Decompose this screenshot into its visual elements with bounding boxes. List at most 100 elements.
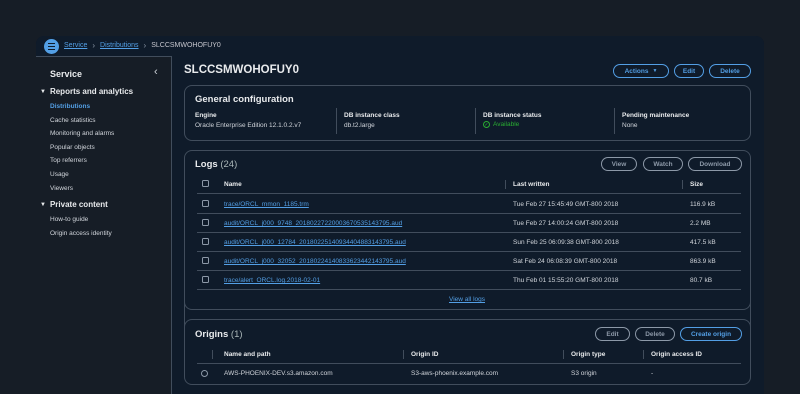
row-divider [197, 289, 741, 290]
sidebar-title: Service [50, 69, 83, 79]
log-name-link[interactable]: audit/ORCL_j000_9748_2018022722000367053… [224, 220, 402, 227]
log-size: 2.2 MB [690, 220, 711, 227]
logs-title: Logs (24) [195, 159, 237, 170]
column-header-origin-id[interactable]: Origin ID [411, 351, 438, 358]
db-status-text: Available [493, 121, 520, 128]
breadcrumb-distributions[interactable]: Distributions [100, 42, 139, 49]
caret-down-icon: ▼ [652, 68, 658, 74]
divider [336, 108, 337, 134]
column-divider [212, 350, 213, 359]
db-class-value: db.t2.large [344, 122, 375, 129]
view-button[interactable]: View [601, 157, 637, 171]
row-checkbox[interactable] [202, 238, 209, 245]
menu-icon[interactable] [44, 39, 59, 54]
caret-down-icon: ▼ [40, 88, 46, 95]
origin-edit-button[interactable]: Edit [595, 327, 630, 341]
log-name-link[interactable]: audit/ORCL_j000_12784_201802251409344048… [224, 239, 406, 246]
row-checkbox[interactable] [202, 257, 209, 264]
delete-button[interactable]: Delete [709, 64, 751, 78]
chevron-right-icon: › [143, 41, 147, 50]
sidebar-item-how-to-guide[interactable]: How-to guide [50, 216, 88, 223]
sidebar-section-label: Reports and analytics [49, 87, 134, 96]
column-header-last-written[interactable]: Last written [513, 181, 549, 188]
sidebar-item-viewers[interactable]: Viewers [50, 185, 73, 192]
breadcrumb: Service › Distributions › SLCCSMWOHOFUY0 [64, 41, 221, 50]
check-circle-icon: ✓ [483, 121, 490, 128]
sidebar-section-reports[interactable]: ▼ Reports and analytics [40, 87, 133, 96]
logs-title-text: Logs [195, 159, 218, 170]
pending-maintenance-value: None [622, 122, 638, 129]
column-divider [563, 350, 564, 359]
pending-maintenance-label: Pending maintenance [622, 112, 690, 119]
sidebar-item-monitoring[interactable]: Monitoring and alarms [50, 130, 114, 137]
origin-delete-button[interactable]: Delete [635, 327, 675, 341]
sidebar-item-distributions[interactable]: Distributions [50, 103, 90, 110]
log-size: 863.9 kB [690, 258, 716, 265]
origin-row-radio[interactable] [201, 370, 208, 377]
actions-label: Actions [624, 67, 649, 75]
row-checkbox[interactable] [202, 276, 209, 283]
breadcrumb-service[interactable]: Service [64, 42, 87, 49]
chevron-right-icon: › [92, 41, 96, 50]
watch-button[interactable]: Watch [643, 157, 683, 171]
page-title: SLCCSMWOHOFUY0 [184, 64, 299, 76]
sidebar-item-top-referrers[interactable]: Top referrers [50, 157, 87, 164]
log-last-written: Thu Feb 01 15:55:20 GMT-800 2018 [513, 277, 619, 284]
actions-button[interactable]: Actions ▼ [613, 64, 669, 78]
column-divider [682, 180, 683, 189]
log-name-link[interactable]: trace/alert_ORCL.log.2018-02-01 [224, 277, 320, 284]
sidebar-item-origin-access-identity[interactable]: Origin access identity [50, 230, 112, 237]
origins-title-text: Origins [195, 329, 229, 340]
column-divider [505, 180, 506, 189]
sidebar-item-popular-objects[interactable]: Popular objects [50, 144, 95, 151]
caret-down-icon: ▼ [40, 201, 46, 208]
sidebar-item-cache-statistics[interactable]: Cache statistics [50, 117, 96, 124]
select-all-checkbox[interactable] [202, 180, 209, 187]
log-name-link[interactable]: trace/ORCL_mmon_1185.trm [224, 201, 309, 208]
column-divider [403, 350, 404, 359]
row-divider [197, 213, 741, 214]
engine-label: Engine [195, 112, 217, 119]
top-bar: Service › Distributions › SLCCSMWOHOFUY0 [36, 36, 764, 56]
origin-name: AWS-PHOENIX-DEV.s3.amazon.com [224, 370, 333, 377]
general-configuration-title: General configuration [195, 94, 294, 105]
column-header-name[interactable]: Name [224, 181, 242, 188]
header-divider [197, 363, 741, 364]
row-checkbox[interactable] [202, 200, 209, 207]
column-header-origin-type[interactable]: Origin type [571, 351, 605, 358]
origin-type: S3 origin [571, 370, 597, 377]
log-size: 417.5 kB [690, 239, 716, 246]
sidebar: Service ‹ ▼ Reports and analytics Distri… [36, 56, 172, 394]
log-size: 80.7 kB [690, 277, 713, 284]
origins-count: (1) [230, 329, 243, 340]
row-divider [197, 251, 741, 252]
db-class-label: DB instance class [344, 112, 400, 119]
column-header-size[interactable]: Size [690, 181, 703, 188]
create-origin-button[interactable]: Create origin [680, 327, 742, 341]
sidebar-section-private[interactable]: ▼ Private content [40, 200, 108, 209]
origin-access-id: - [651, 370, 654, 377]
log-last-written: Sat Feb 24 06:08:39 GMT-800 2018 [513, 258, 618, 265]
divider [475, 108, 476, 134]
engine-value: Oracle Enterprise Edition 12.1.0.2.v7 [195, 122, 302, 129]
origins-title: Origins (1) [195, 329, 243, 340]
log-last-written: Tue Feb 27 15:45:49 GMT-800 2018 [513, 201, 619, 208]
row-checkbox[interactable] [202, 219, 209, 226]
column-header-name-and-path[interactable]: Name and path [224, 351, 271, 358]
edit-button[interactable]: Edit [674, 64, 704, 78]
logs-container: Logs (24) View Watch Download Name Last … [184, 150, 751, 310]
sidebar-item-usage[interactable]: Usage [50, 171, 69, 178]
general-configuration-panel: General configuration Engine Oracle Ente… [184, 85, 751, 141]
log-size: 116.9 kB [690, 201, 716, 208]
chevron-left-icon[interactable]: ‹ [154, 66, 158, 78]
log-last-written: Sun Feb 25 06:09:38 GMT-800 2018 [513, 239, 619, 246]
view-all-logs-link[interactable]: View all logs [449, 296, 485, 303]
download-button[interactable]: Download [688, 157, 742, 171]
header-divider [197, 193, 741, 194]
column-header-origin-access-id[interactable]: Origin access ID [651, 351, 702, 358]
origin-id: S3-aws-phoenix.example.com [411, 370, 499, 377]
log-name-link[interactable]: audit/ORCL_j000_32052_201802241408336234… [224, 258, 406, 265]
column-divider [643, 350, 644, 359]
sidebar-section-label: Private content [49, 200, 108, 209]
db-status-label: DB instance status [483, 112, 542, 119]
